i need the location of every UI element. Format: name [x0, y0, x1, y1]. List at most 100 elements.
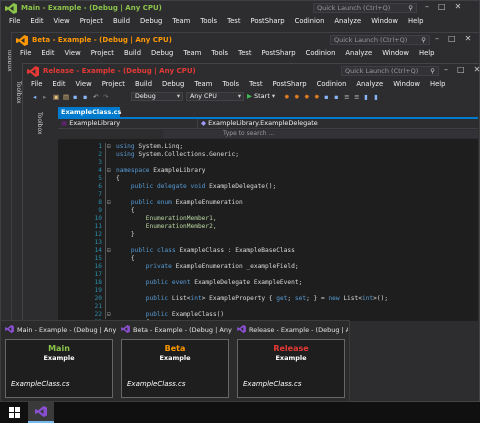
- vs-logo-icon: [5, 324, 14, 335]
- redo-icon[interactable]: ↷: [103, 93, 110, 101]
- back-icon[interactable]: ◂: [33, 93, 40, 101]
- debug-tool-icon[interactable]: ✸: [314, 93, 321, 101]
- maximize-icon[interactable]: □: [448, 34, 456, 43]
- line-number: 1: [98, 143, 102, 150]
- menu-item[interactable]: Build: [120, 49, 147, 57]
- menu-item[interactable]: PostSharp: [246, 17, 290, 25]
- debug-tool-icon[interactable]: ✸: [304, 93, 311, 101]
- menu-item[interactable]: Tools: [207, 49, 234, 57]
- release-quick-launch[interactable]: Quick Launch (Ctrl+Q) ⚲: [341, 66, 439, 76]
- menu-item[interactable]: Team: [168, 17, 196, 25]
- main-quick-launch[interactable]: Quick Launch (Ctrl+Q) ⚲: [313, 3, 417, 13]
- undo-icon[interactable]: ↶: [93, 93, 100, 101]
- code-token: int: [361, 295, 374, 302]
- minimize-icon[interactable]: –: [435, 34, 439, 43]
- window-thumbnail[interactable]: Release - Example - (Debug | Any ... Rele…: [233, 321, 348, 403]
- bookmark-icon[interactable]: ▮: [374, 93, 381, 101]
- uncomment-icon[interactable]: ≡: [354, 93, 361, 101]
- menu-item[interactable]: View: [61, 49, 87, 57]
- code-line: 18 public event ExampleDelegate ExampleE…: [58, 279, 478, 287]
- menu-item[interactable]: Debug: [147, 49, 179, 57]
- menu-item[interactable]: Build: [109, 17, 136, 25]
- menu-item[interactable]: View: [50, 17, 76, 25]
- visual-studio-taskbar-button[interactable]: [28, 402, 54, 423]
- main-window-title: Main - Example - (Debug | Any CPU): [21, 4, 162, 12]
- beta-quick-launch[interactable]: Quick Launch (Ctrl+Q) ⚲: [330, 35, 430, 45]
- menu-item[interactable]: Help: [426, 80, 452, 88]
- save-all-icon[interactable]: ▪: [83, 93, 90, 101]
- document-tab[interactable]: ExampleClass.cs ✕: [58, 107, 121, 126]
- forward-icon[interactable]: ▸: [43, 93, 50, 101]
- menu-item[interactable]: Debug: [136, 17, 168, 25]
- menu-item[interactable]: PostSharp: [268, 80, 312, 88]
- menu-item[interactable]: Window: [367, 17, 404, 25]
- menu-item[interactable]: PostSharp: [257, 49, 301, 57]
- menu-item[interactable]: Test: [223, 17, 246, 25]
- bookmark-icon[interactable]: ▮: [364, 93, 371, 101]
- menu-item[interactable]: Help: [404, 17, 430, 25]
- menu-item[interactable]: File: [27, 80, 48, 88]
- menu-item[interactable]: Codinion: [291, 17, 331, 25]
- new-item-icon[interactable]: ▣: [53, 93, 60, 101]
- open-icon[interactable]: ▤: [63, 93, 70, 101]
- minimize-icon[interactable]: –: [444, 65, 448, 74]
- menu-item[interactable]: Window: [378, 49, 415, 57]
- beta-toolbox-tab[interactable]: Toolbox: [13, 73, 22, 111]
- close-icon[interactable]: ✕: [474, 65, 480, 74]
- menu-item[interactable]: Codinion: [302, 49, 342, 57]
- debug-tool-icon[interactable]: ✸: [284, 93, 291, 101]
- window-thumbnail[interactable]: Main - Example - (Debug | Any ... Main Exa…: [1, 321, 116, 403]
- menu-item[interactable]: Project: [98, 80, 131, 88]
- member-dropdown[interactable]: ◆ ExampleLibrary.ExampleDelegate: [198, 119, 478, 128]
- debug-tool-icon[interactable]: ✸: [294, 93, 301, 101]
- fold-toggle-icon[interactable]: ⊟: [107, 167, 114, 175]
- windows-start-icon[interactable]: [9, 407, 20, 418]
- maximize-icon[interactable]: □: [438, 2, 446, 11]
- code-text: public event ExampleDelegate ExampleEven…: [116, 279, 302, 287]
- comment-icon[interactable]: ≡: [344, 93, 351, 101]
- menu-item[interactable]: Edit: [26, 17, 49, 25]
- menu-item[interactable]: File: [16, 49, 37, 57]
- maximize-icon[interactable]: □: [457, 65, 465, 74]
- menu-item[interactable]: Project: [87, 49, 120, 57]
- menu-item[interactable]: Team: [190, 80, 218, 88]
- project-dropdown[interactable]: ▣ ExampleLibrary: [58, 119, 198, 128]
- menu-item[interactable]: Window: [389, 80, 426, 88]
- menu-item[interactable]: Team: [179, 49, 207, 57]
- menu-item[interactable]: Project: [76, 17, 109, 25]
- code-editor[interactable]: 1 ⊟ using System.Linq; 2 using System.Collec…: [58, 139, 478, 321]
- menu-item[interactable]: Test: [234, 49, 257, 57]
- bookmark-icon[interactable]: ▪: [324, 93, 331, 101]
- menu-item[interactable]: Analyze: [341, 49, 378, 57]
- menu-item[interactable]: Build: [131, 80, 158, 88]
- code-token: ExampleClass : ExampleBaseClass: [179, 247, 295, 254]
- code-token: private: [116, 263, 176, 270]
- release-toolbox-tab[interactable]: Toolbox: [34, 104, 43, 142]
- menu-item[interactable]: Debug: [158, 80, 190, 88]
- close-icon[interactable]: ✕: [465, 34, 472, 43]
- menu-item[interactable]: File: [5, 17, 26, 25]
- save-icon[interactable]: ▪: [73, 93, 80, 101]
- menu-item[interactable]: Tools: [218, 80, 245, 88]
- fold-toggle-icon[interactable]: ⊟: [107, 311, 114, 319]
- menu-item[interactable]: Edit: [48, 80, 71, 88]
- start-button[interactable]: ▶ Start ▾: [247, 92, 275, 100]
- minimize-icon[interactable]: –: [425, 2, 429, 11]
- menu-item[interactable]: Tools: [196, 17, 223, 25]
- menu-item[interactable]: Help: [415, 49, 441, 57]
- fold-toggle-icon[interactable]: ⊟: [107, 199, 114, 207]
- config-dropdown[interactable]: Debug: [131, 91, 183, 101]
- close-icon[interactable]: ✕: [455, 2, 462, 11]
- platform-dropdown[interactable]: Any CPU: [186, 91, 244, 101]
- menu-item[interactable]: View: [72, 80, 98, 88]
- window-thumbnail[interactable]: Beta - Example - (Debug | Any ... Beta Exa…: [117, 321, 232, 403]
- bookmark-icon[interactable]: ▪: [334, 93, 341, 101]
- menu-item[interactable]: Analyze: [352, 80, 389, 88]
- menu-item[interactable]: Edit: [37, 49, 60, 57]
- menu-item[interactable]: Analyze: [330, 17, 367, 25]
- menu-item[interactable]: Codinion: [313, 80, 353, 88]
- fold-toggle-icon[interactable]: ⊟: [107, 247, 114, 255]
- search-field[interactable]: Type to search ...: [163, 130, 478, 138]
- fold-toggle-icon[interactable]: ⊟: [107, 143, 114, 151]
- menu-item[interactable]: Test: [245, 80, 268, 88]
